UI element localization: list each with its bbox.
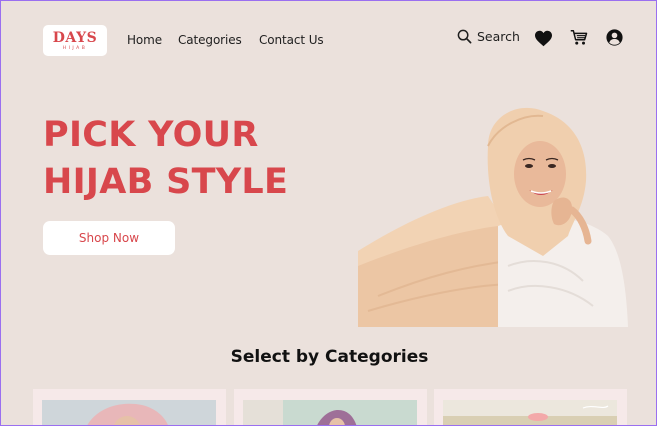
nav-categories[interactable]: Categories xyxy=(178,33,242,47)
page-frame: DAYS HIJAB Home Categories Contact Us Se… xyxy=(0,0,657,426)
brand-tagline: HIJAB xyxy=(62,45,88,51)
heart-icon[interactable] xyxy=(534,30,553,47)
shop-now-button[interactable]: Shop Now xyxy=(43,221,175,255)
categories-title: Select by Categories xyxy=(230,347,429,367)
account-icon[interactable] xyxy=(606,29,623,46)
cart-icon[interactable] xyxy=(570,29,588,46)
search-button[interactable]: Search xyxy=(457,29,520,44)
category-card-3[interactable] xyxy=(434,389,627,425)
brand-logo[interactable]: DAYS HIJAB xyxy=(43,25,107,56)
brand-name: DAYS xyxy=(52,29,98,46)
hero-title: PICK YOUR HIJAB STYLE xyxy=(43,112,288,206)
search-icon xyxy=(457,29,472,44)
category-photo-1 xyxy=(42,400,216,425)
hero-title-line-1: PICK YOUR xyxy=(43,115,259,155)
category-photo-2 xyxy=(243,400,417,425)
search-label: Search xyxy=(477,29,520,44)
nav-home[interactable]: Home xyxy=(127,33,162,47)
category-photo-3 xyxy=(443,400,617,425)
category-card-1[interactable] xyxy=(33,389,226,425)
category-card-2[interactable] xyxy=(234,389,427,425)
hero-model-photo xyxy=(358,106,630,327)
hero-title-line-2: HIJAB STYLE xyxy=(43,162,289,202)
nav-contact-us[interactable]: Contact Us xyxy=(259,33,324,47)
